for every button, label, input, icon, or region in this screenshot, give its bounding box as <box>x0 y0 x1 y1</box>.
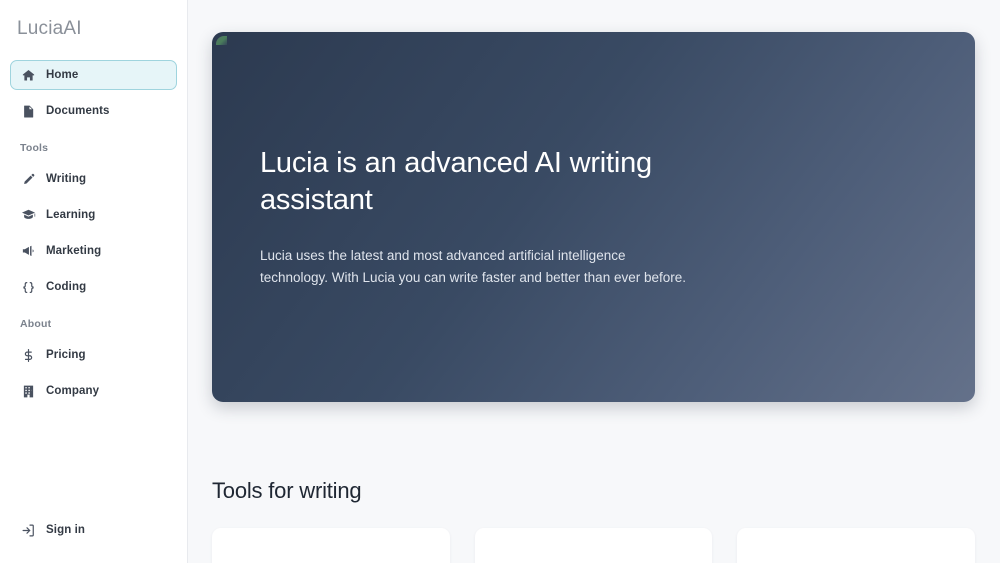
sidebar-item-pricing[interactable]: Pricing <box>10 340 177 370</box>
primary-nav: Home Documents <box>10 60 177 126</box>
sidebar-item-documents[interactable]: Documents <box>10 96 177 126</box>
tool-card[interactable] <box>474 528 713 563</box>
sidebar-item-home[interactable]: Home <box>10 60 177 90</box>
hero-corner-artifact <box>216 36 227 45</box>
tools-nav: Writing Learning Marketing Coding <box>10 164 177 302</box>
hero-description: Lucia uses the latest and most advanced … <box>260 248 686 286</box>
signin-label: Sign in <box>46 524 86 536</box>
section-label-tools: Tools <box>20 142 49 154</box>
sidebar-item-label: Home <box>46 69 79 81</box>
sidebar-item-label: Writing <box>46 173 87 185</box>
sidebar-item-company[interactable]: Company <box>10 376 177 406</box>
section-label-about: About <box>20 318 52 330</box>
main-content: Lucia is an advanced AI writing assistan… <box>188 0 1000 563</box>
home-icon <box>21 68 36 83</box>
sidebar-item-label: Coding <box>46 281 87 293</box>
building-icon <box>21 384 36 399</box>
hero-title: Lucia is an advanced AI writing assistan… <box>260 147 652 217</box>
graduation-cap-icon <box>21 208 36 223</box>
dollar-sign-icon <box>21 348 36 363</box>
sidebar-item-writing[interactable]: Writing <box>10 164 177 194</box>
brand-name: LuciaAI <box>17 18 82 39</box>
page-title: Tools for writing <box>212 478 362 503</box>
about-nav: Pricing Company <box>10 340 177 406</box>
tool-card-row <box>212 528 976 563</box>
hero-banner: Lucia is an advanced AI writing assistan… <box>212 32 975 402</box>
sidebar-item-label: Company <box>46 385 100 397</box>
sidebar: LuciaAI Home Documents Tools Writing Lea… <box>0 0 188 563</box>
signin-container: Sign in <box>10 515 177 551</box>
sidebar-item-learning[interactable]: Learning <box>10 200 177 230</box>
sidebar-item-coding[interactable]: Coding <box>10 272 177 302</box>
brand-logo[interactable]: LuciaAI <box>10 0 177 58</box>
sidebar-item-label: Learning <box>46 209 96 221</box>
document-icon <box>21 104 36 119</box>
tool-card[interactable] <box>212 528 450 563</box>
pencil-icon <box>21 172 36 187</box>
sidebar-item-label: Pricing <box>46 349 86 361</box>
sidebar-item-marketing[interactable]: Marketing <box>10 236 177 266</box>
login-arrow-icon <box>21 523 36 538</box>
signin-button[interactable]: Sign in <box>10 515 177 545</box>
megaphone-icon <box>21 244 36 259</box>
curly-braces-icon <box>21 280 36 295</box>
tool-card[interactable] <box>737 528 976 563</box>
sidebar-item-label: Marketing <box>46 245 102 257</box>
sidebar-item-label: Documents <box>46 105 110 117</box>
main-inner: Lucia is an advanced AI writing assistan… <box>188 0 1000 563</box>
